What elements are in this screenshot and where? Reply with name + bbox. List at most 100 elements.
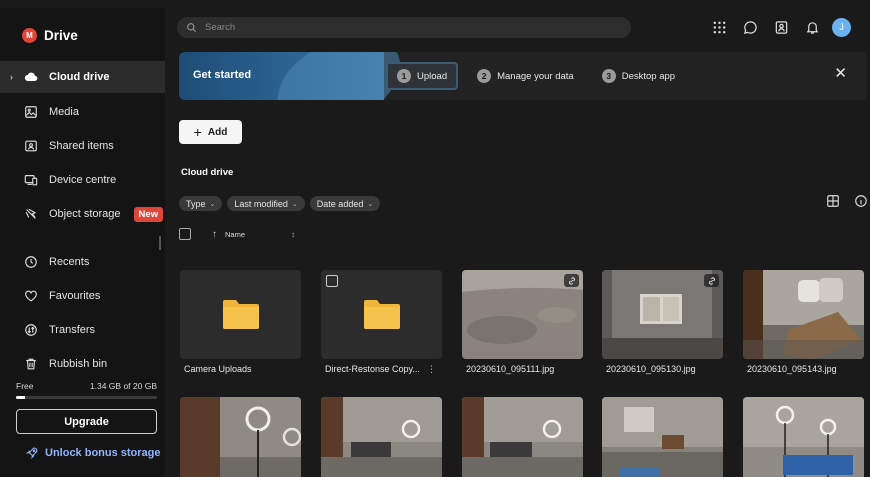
- shared-folder-icon: [24, 139, 38, 153]
- sidebar-item-label: Rubbish bin: [49, 358, 108, 370]
- step-desktop-app[interactable]: 3 Desktop app: [593, 62, 684, 90]
- folder-thumbnail: [180, 270, 301, 359]
- app-window: M Drive › Cloud drive Media Shared items: [0, 8, 870, 477]
- close-icon[interactable]: ✕: [834, 64, 847, 82]
- sidebar-item-device-centre[interactable]: Device centre: [0, 164, 165, 196]
- storage-usage-text: 1.34 GB of 20 GB: [89, 381, 157, 391]
- file-name: 20230610_095130.jpg: [606, 364, 696, 374]
- add-label: Add: [207, 126, 228, 138]
- unlock-bonus-storage-link[interactable]: Unlock bonus storage: [26, 446, 161, 459]
- sidebar-item-shared-items[interactable]: Shared items: [0, 130, 165, 162]
- storage-progress-fill: [16, 396, 26, 399]
- photo-lights-stands: [743, 397, 864, 477]
- link-icon: [704, 274, 719, 287]
- banner-steps: 1 Upload 2 Manage your data 3 Desktop ap…: [386, 62, 684, 90]
- chevron-down-icon: ⌄: [209, 200, 216, 208]
- sidebar-item-transfers[interactable]: Transfers: [0, 314, 165, 346]
- file-name: 20230610_095143.jpg: [747, 364, 837, 374]
- add-button[interactable]: + Add: [179, 120, 242, 144]
- sidebar-item-label: Shared items: [49, 140, 114, 152]
- info-icon[interactable]: [854, 194, 868, 208]
- image-thumbnail: [462, 397, 583, 477]
- sidebar-item-label: Device centre: [49, 174, 117, 186]
- file-tile[interactable]: 20230610_095130.jpg: [602, 270, 723, 374]
- tile-checkbox[interactable]: [326, 275, 338, 287]
- file-name: 20230610_095111.jpg: [466, 364, 555, 374]
- step-manage-your-data[interactable]: 2 Manage your data: [468, 62, 583, 90]
- filter-last-modified[interactable]: Last modified ⌄: [227, 196, 305, 211]
- brand[interactable]: M Drive: [22, 25, 78, 45]
- filter-date-added[interactable]: Date added ⌄: [309, 196, 381, 211]
- sidebar-item-rubbish-bin[interactable]: Rubbish bin: [0, 348, 165, 380]
- more-options-icon[interactable]: ⋮: [427, 364, 436, 375]
- sidebar-item-label: Object storage: [49, 208, 121, 220]
- file-tile[interactable]: Camera Uploads: [180, 270, 301, 374]
- file-tile[interactable]: [462, 397, 583, 477]
- file-tile[interactable]: [602, 397, 723, 477]
- brand-logo: M: [22, 27, 37, 43]
- sidebar-item-label: Media: [49, 106, 79, 118]
- filter-bar: Type ⌄ Last modified ⌄ Date added ⌄: [179, 196, 381, 211]
- filter-label: Last modified: [234, 198, 288, 209]
- sidebar-item-recents[interactable]: Recents: [0, 246, 165, 278]
- photo-setup-room: [321, 397, 442, 477]
- sort-toggle-icon[interactable]: ↕: [291, 230, 295, 239]
- banner-graphic: Get started: [179, 52, 415, 100]
- file-tile[interactable]: 20230610_095143.jpg: [743, 270, 864, 374]
- expand-caret-icon[interactable]: ›: [10, 72, 13, 82]
- sort-label[interactable]: Name: [225, 230, 245, 239]
- step-upload[interactable]: 1 Upload: [386, 62, 459, 90]
- sort-ascending-icon[interactable]: ↑: [212, 229, 217, 240]
- trash-icon: [24, 357, 38, 371]
- file-tile[interactable]: [321, 397, 442, 477]
- sort-row: ↑ Name ↕: [179, 228, 295, 240]
- view-controls: [826, 194, 868, 208]
- storage-progress-bar: [16, 396, 157, 399]
- sidebar-item-cloud-drive[interactable]: › Cloud drive: [0, 61, 165, 93]
- photo-ring-light: [180, 397, 301, 477]
- upgrade-button[interactable]: Upgrade: [16, 409, 157, 434]
- file-name: Direct-Restonse Copy...: [325, 364, 420, 374]
- avatar[interactable]: J: [832, 17, 851, 37]
- photo-setup-room: [462, 397, 583, 477]
- bell-icon[interactable]: [797, 16, 828, 38]
- cloud-icon: [24, 70, 38, 84]
- sidebar-item-media[interactable]: Media: [0, 96, 165, 128]
- step-label: Desktop app: [621, 70, 676, 82]
- sidebar-item-label: Transfers: [49, 324, 96, 336]
- search-input[interactable]: [205, 22, 605, 33]
- rocket-icon: [26, 447, 38, 459]
- get-started-banner: Get started 1 Upload 2 Manage your data …: [179, 52, 867, 100]
- step-number: 3: [601, 69, 616, 83]
- file-tile[interactable]: [180, 397, 301, 477]
- storage-free-label: Free: [16, 381, 34, 391]
- contacts-icon[interactable]: [766, 16, 797, 38]
- grid-view-icon[interactable]: [826, 194, 840, 208]
- step-label: Manage your data: [497, 70, 574, 82]
- photo-storage-room: [743, 270, 864, 359]
- file-tile[interactable]: Direct-Restonse Copy... ⋮: [321, 270, 442, 375]
- sidebar-item-object-storage[interactable]: Object storage New: [0, 198, 165, 230]
- new-badge: New: [133, 206, 164, 222]
- topbar-icons: J: [704, 16, 851, 38]
- plus-icon: +: [193, 124, 202, 140]
- sidebar-item-label: Favourites: [49, 290, 101, 302]
- file-tile[interactable]: 20230610_095111.jpg: [462, 270, 583, 374]
- chat-icon[interactable]: [735, 16, 766, 38]
- apps-grid-icon[interactable]: [704, 16, 735, 38]
- heart-icon: [24, 289, 38, 303]
- sidebar-item-favourites[interactable]: Favourites: [0, 280, 165, 312]
- sidebar: M Drive › Cloud drive Media Shared items: [0, 8, 165, 477]
- file-tile[interactable]: [743, 397, 864, 477]
- folder-icon: [223, 300, 259, 329]
- image-icon: [24, 105, 38, 119]
- search-bar[interactable]: [177, 17, 631, 38]
- step-label: Upload: [417, 70, 448, 82]
- sidebar-item-label: Cloud drive: [49, 71, 110, 83]
- sidebar-item-label: Recents: [49, 256, 90, 268]
- select-all-checkbox[interactable]: [179, 228, 191, 240]
- image-thumbnail: [743, 397, 864, 477]
- filter-type[interactable]: Type ⌄: [179, 196, 223, 211]
- image-thumbnail: [602, 397, 723, 477]
- image-thumbnail: [180, 397, 301, 477]
